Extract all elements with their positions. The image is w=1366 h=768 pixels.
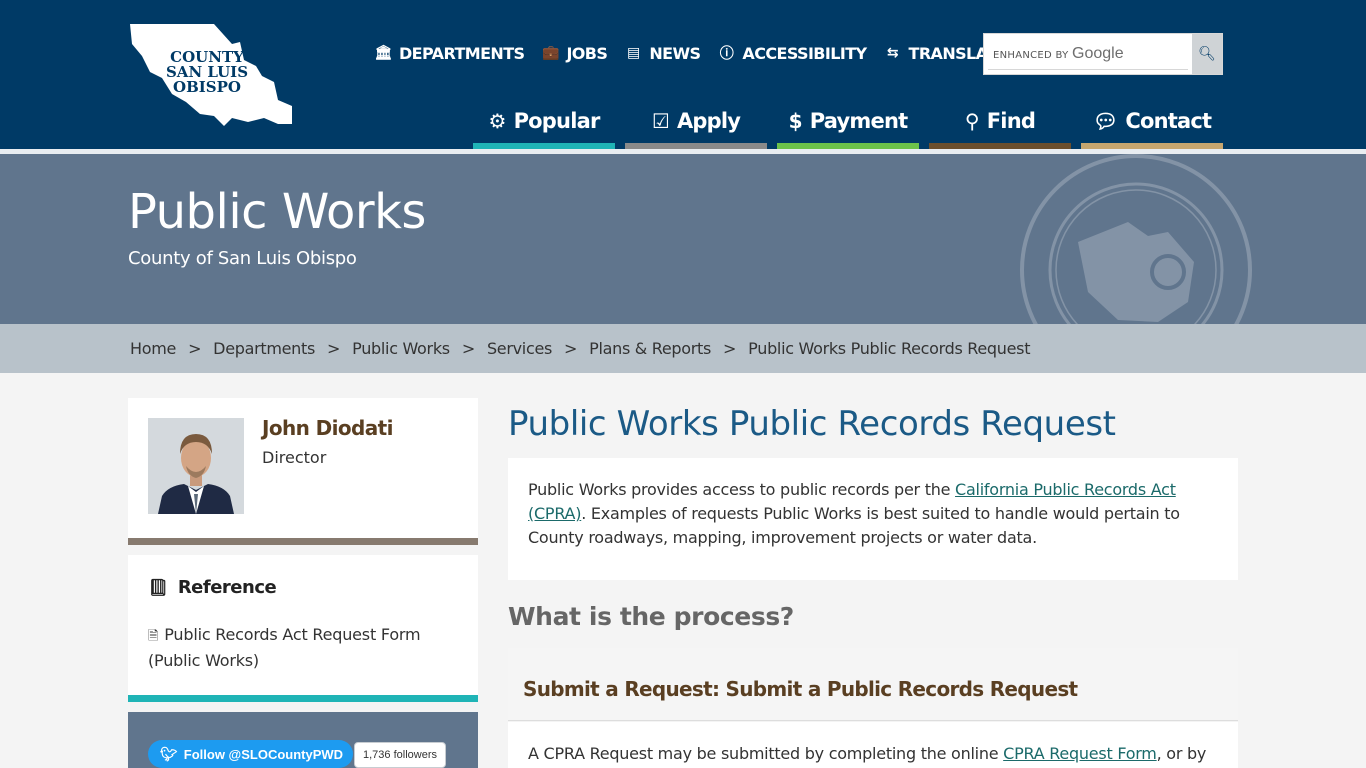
search-underline: [988, 69, 1188, 70]
dollar-icon: $: [788, 109, 803, 133]
nav-payment[interactable]: $ Payment: [777, 93, 919, 149]
google-wordmark: Google: [1072, 45, 1124, 62]
briefcase-icon: 💼: [542, 45, 559, 61]
twitter-follow-button[interactable]: 🐦︎ Follow @SLOCountyPWD: [148, 740, 354, 768]
nav-find-label: Find: [986, 109, 1036, 133]
reference-link-label: Public Records Act Request Form (Public …: [148, 625, 421, 670]
step-text-end: , or by: [1156, 744, 1207, 763]
nav-accessibility-label: ACCESSIBILITY: [742, 43, 867, 63]
page-hero: Public Works County of San Luis Obispo: [0, 154, 1366, 324]
director-photo: [148, 418, 244, 514]
reference-heading-label: Reference: [177, 577, 277, 598]
main-nav: ⚙ Popular ☑ Apply $ Payment ⚲ Find 💬︎ Co…: [473, 93, 1223, 149]
reference-link[interactable]: 🗎 Public Records Act Request Form (Public…: [148, 623, 448, 673]
breadcrumb-separator: >: [564, 339, 578, 358]
nav-payment-label: Payment: [809, 109, 908, 133]
search-icon: ⚲: [964, 109, 980, 133]
utility-nav: 🏛 DEPARTMENTS 💼 JOBS ▤ NEWS ⓘ ACCESSIBIL…: [374, 42, 1024, 64]
director-card: John Diodati Director: [128, 398, 478, 545]
nav-apply[interactable]: ☑ Apply: [625, 93, 767, 149]
intro-panel: Public Works provides access to public r…: [508, 458, 1238, 580]
county-logo[interactable]: COUNTY SAN LUIS OBISPO: [128, 22, 294, 128]
gear-icon: ⚙: [488, 109, 506, 133]
director-name: John Diodati: [262, 416, 393, 440]
hero-title: Public Works: [128, 184, 426, 240]
nav-popular-label: Popular: [513, 109, 601, 133]
nav-departments-label: DEPARTMENTS: [399, 43, 525, 63]
search-enhanced-label: ENHANCED BY: [993, 50, 1069, 61]
breadcrumb-separator: >: [188, 339, 202, 358]
breadcrumb-separator: >: [461, 339, 475, 358]
breadcrumb-plans-reports[interactable]: Plans & Reports: [589, 339, 711, 358]
info-icon: ⓘ: [719, 46, 734, 62]
newspaper-icon: ▤: [627, 45, 640, 61]
breadcrumb-departments[interactable]: Departments: [213, 339, 315, 358]
step-body: A CPRA Request may be submitted by compl…: [508, 722, 1238, 768]
intro-text-end: . Examples of requests Public Works is b…: [528, 504, 1180, 547]
document-icon: 🗎: [148, 629, 159, 644]
county-seal-icon: [1020, 154, 1252, 324]
nav-find[interactable]: ⚲ Find: [929, 93, 1071, 149]
nav-jobs[interactable]: 💼 JOBS: [541, 42, 608, 64]
nav-popular[interactable]: ⚙ Popular: [473, 93, 615, 149]
book-icon: 📕︎: [148, 578, 168, 597]
director-title: Director: [262, 448, 327, 467]
step-heading[interactable]: Submit a Request: Submit a Public Record…: [508, 648, 1238, 721]
cpra-request-form-link[interactable]: CPRA Request Form: [1003, 744, 1157, 763]
checkbox-icon: ☑: [651, 109, 670, 133]
nav-contact-label: Contact: [1125, 109, 1212, 133]
search-button[interactable]: 🔍︎: [1192, 34, 1222, 74]
twitter-follow-label: Follow @SLOCountyPWD: [183, 746, 344, 762]
breadcrumb-services[interactable]: Services: [487, 339, 552, 358]
process-heading: What is the process?: [508, 602, 794, 631]
chat-icon: 💬︎: [1092, 109, 1118, 133]
breadcrumb-separator: >: [327, 339, 341, 358]
step-text-start: A CPRA Request may be submitted by compl…: [528, 744, 1004, 763]
hero-subtitle: County of San Luis Obispo: [128, 248, 357, 269]
twitter-follower-count[interactable]: 1,736 followers: [354, 742, 446, 768]
twitter-card: 🐦︎ Follow @SLOCountyPWD 1,736 followers: [128, 712, 478, 768]
breadcrumb-current: Public Works Public Records Request: [748, 339, 1031, 358]
twitter-bird-icon: 🐦︎: [160, 745, 178, 762]
breadcrumb-separator: >: [723, 339, 737, 358]
page-title: Public Works Public Records Request: [508, 404, 1116, 444]
breadcrumb-home[interactable]: Home: [130, 339, 176, 358]
breadcrumb: Home > Departments > Public Works > Serv…: [0, 324, 1366, 373]
intro-text-start: Public Works provides access to public r…: [528, 480, 956, 499]
nav-contact[interactable]: 💬︎ Contact: [1081, 93, 1223, 149]
site-header: COUNTY SAN LUIS OBISPO 🏛 DEPARTMENTS 💼 J…: [0, 0, 1366, 149]
language-icon: ⇆: [886, 45, 899, 61]
search-icon: 🔍︎: [1198, 46, 1216, 62]
nav-apply-label: Apply: [676, 109, 741, 133]
reference-card: 📕︎ Reference 🗎 Public Records Act Request…: [128, 555, 478, 702]
breadcrumb-public-works[interactable]: Public Works: [352, 339, 450, 358]
logo-text: COUNTY SAN LUIS OBISPO: [165, 48, 249, 96]
nav-jobs-label: JOBS: [566, 43, 608, 63]
nav-news[interactable]: ▤ NEWS: [624, 42, 701, 64]
nav-accessibility[interactable]: ⓘ ACCESSIBILITY: [717, 42, 867, 64]
reference-heading: 📕︎ Reference: [148, 577, 277, 598]
nav-news-label: NEWS: [649, 43, 701, 63]
building-icon: 🏛: [374, 45, 392, 61]
nav-departments[interactable]: 🏛 DEPARTMENTS: [374, 42, 525, 64]
search-input[interactable]: ENHANCED BY Google: [993, 45, 1124, 63]
site-search[interactable]: ENHANCED BY Google 🔍︎: [983, 33, 1223, 75]
